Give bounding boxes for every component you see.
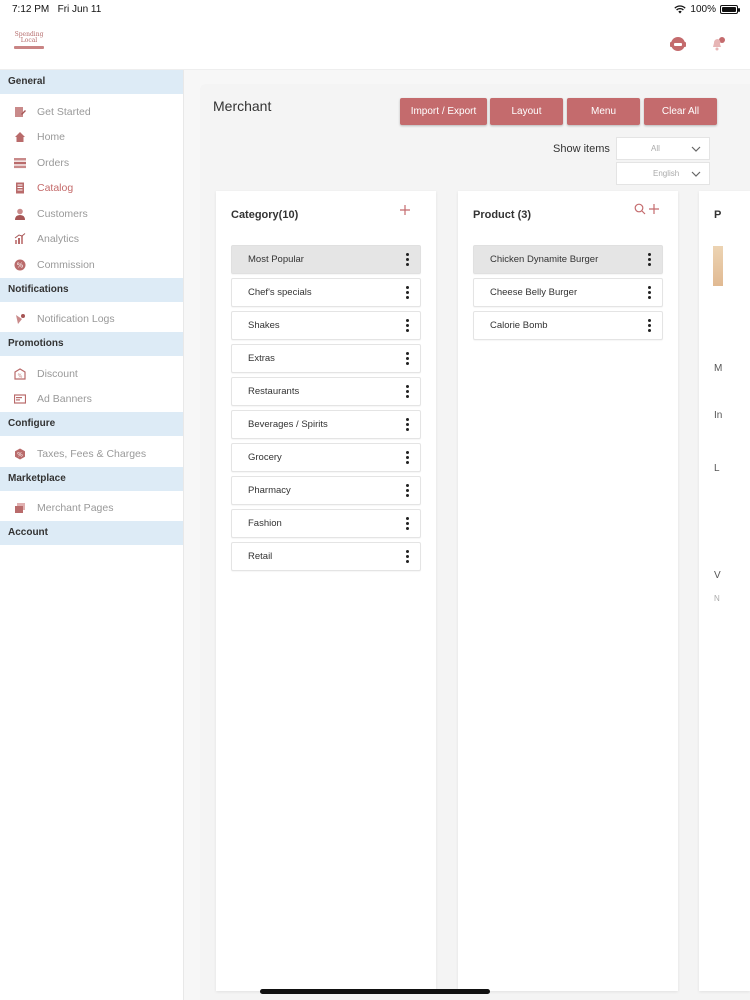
add-category-icon[interactable]: [399, 204, 411, 216]
more-options-icon[interactable]: [406, 253, 410, 267]
commission-icon: %: [14, 259, 26, 271]
status-bar: 7:12 PM Fri Jun 11 100%: [0, 0, 750, 20]
search-product-icon[interactable]: [634, 203, 646, 215]
category-row-chefs-specials[interactable]: Chef's specials: [231, 278, 421, 307]
clear-all-button[interactable]: Clear All: [644, 98, 717, 125]
customers-icon: [14, 208, 26, 220]
product-thumbnail: [713, 246, 723, 286]
ad-banners-icon: [14, 393, 26, 405]
sidebar-item-discount[interactable]: % Discount: [0, 361, 183, 387]
catalog-icon: [14, 182, 26, 194]
more-options-icon[interactable]: [406, 550, 410, 564]
sidebar-item-merchant-pages[interactable]: Merchant Pages: [0, 496, 183, 522]
main-area: Merchant Import / Export Layout Menu Cle…: [184, 70, 750, 1000]
menu-button[interactable]: Menu: [567, 98, 640, 125]
show-items-dropdown[interactable]: All: [616, 137, 710, 160]
category-row-retail[interactable]: Retail: [231, 542, 421, 571]
more-options-icon[interactable]: [406, 385, 410, 399]
battery-percent: 100%: [690, 4, 716, 15]
notification-logs-icon: [14, 313, 26, 325]
product-title: Product (3): [473, 209, 532, 221]
chevron-down-icon: [691, 146, 701, 152]
taxes-icon: %: [14, 448, 26, 460]
product-detail-panel: P M In L V N: [699, 191, 750, 991]
language-dropdown[interactable]: English: [616, 162, 710, 185]
sidebar-item-get-started[interactable]: Get Started: [0, 99, 183, 125]
detail-label-5: N: [714, 594, 720, 603]
section-marketplace: Marketplace: [0, 466, 183, 491]
sidebar-item-home[interactable]: Home: [0, 125, 183, 151]
detail-label-4: V: [714, 570, 721, 581]
product-row-cheese-belly-burger[interactable]: Cheese Belly Burger: [473, 278, 663, 307]
discount-icon: %: [14, 368, 26, 380]
svg-text:%: %: [17, 451, 23, 458]
more-options-icon[interactable]: [406, 286, 410, 300]
show-items-label: Show items: [553, 143, 610, 155]
more-options-icon[interactable]: [648, 253, 652, 267]
orders-icon: [14, 157, 26, 169]
detail-label-1: M: [714, 363, 723, 374]
category-row-beverages-spirits[interactable]: Beverages / Spirits: [231, 410, 421, 439]
more-options-icon[interactable]: [648, 319, 652, 333]
status-right: 100%: [674, 4, 740, 15]
category-row-extras[interactable]: Extras: [231, 344, 421, 373]
sidebar-item-orders[interactable]: Orders: [0, 150, 183, 176]
more-options-icon[interactable]: [406, 319, 410, 333]
category-row-fashion[interactable]: Fashion: [231, 509, 421, 538]
product-panel: Product (3) Chicken Dynamite Burger Chee…: [458, 191, 678, 991]
category-title: Category(10): [231, 209, 299, 221]
sidebar-item-notification-logs[interactable]: Notification Logs: [0, 307, 183, 333]
app-logo[interactable]: Spending Local: [12, 32, 46, 56]
category-row-restaurants[interactable]: Restaurants: [231, 377, 421, 406]
merchant-pages-icon: [14, 502, 26, 514]
sidebar-item-commission[interactable]: % Commission: [0, 252, 183, 278]
category-row-most-popular[interactable]: Most Popular: [231, 245, 421, 274]
wifi-icon: [674, 5, 687, 14]
product-row-calorie-bomb[interactable]: Calorie Bomb: [473, 311, 663, 340]
top-bar: Spending Local: [0, 20, 750, 70]
section-configure: Configure: [0, 412, 183, 436]
product-detail-title: P: [714, 209, 722, 221]
svg-text:%: %: [17, 261, 24, 269]
more-options-icon[interactable]: [406, 484, 410, 498]
sidebar-item-catalog[interactable]: Catalog: [0, 176, 183, 202]
more-options-icon[interactable]: [406, 517, 410, 531]
sidebar-item-taxes-fees-charges[interactable]: % Taxes, Fees & Charges: [0, 441, 183, 467]
sidebar-item-ad-banners[interactable]: Ad Banners: [0, 387, 183, 413]
home-indicator[interactable]: [260, 989, 490, 994]
page-title: Merchant: [213, 98, 272, 114]
more-options-icon[interactable]: [648, 286, 652, 300]
home-icon: [14, 131, 26, 143]
section-account[interactable]: Account: [0, 521, 183, 545]
more-options-icon[interactable]: [406, 451, 410, 465]
category-panel: Category(10) Most Popular Chef's special…: [216, 191, 436, 991]
product-row-chicken-dynamite-burger[interactable]: Chicken Dynamite Burger: [473, 245, 663, 274]
layout-button[interactable]: Layout: [490, 98, 563, 125]
add-product-icon[interactable]: [648, 203, 660, 215]
more-options-icon[interactable]: [406, 352, 410, 366]
support-chat-icon[interactable]: [668, 34, 688, 54]
detail-label-2: In: [714, 410, 723, 421]
svg-text:%: %: [18, 373, 23, 379]
sidebar-item-analytics[interactable]: Analytics: [0, 227, 183, 253]
category-row-pharmacy[interactable]: Pharmacy: [231, 476, 421, 505]
import-export-button[interactable]: Import / Export: [400, 98, 487, 125]
section-general: General: [0, 70, 183, 94]
detail-label-3: L: [714, 463, 720, 474]
battery-icon: [720, 5, 740, 14]
status-time: 7:12 PM Fri Jun 11: [12, 4, 102, 15]
section-promotions: Promotions: [0, 332, 183, 356]
category-row-shakes[interactable]: Shakes: [231, 311, 421, 340]
notification-bell-icon[interactable]: [709, 34, 729, 54]
more-options-icon[interactable]: [406, 418, 410, 432]
sidebar: General Get Started Home Orders Catalog …: [0, 70, 184, 1000]
get-started-icon: [14, 106, 26, 118]
category-row-grocery[interactable]: Grocery: [231, 443, 421, 472]
analytics-icon: [14, 233, 26, 245]
sidebar-item-customers[interactable]: Customers: [0, 201, 183, 227]
section-notifications: Notifications: [0, 277, 183, 302]
chevron-down-icon: [691, 171, 701, 177]
